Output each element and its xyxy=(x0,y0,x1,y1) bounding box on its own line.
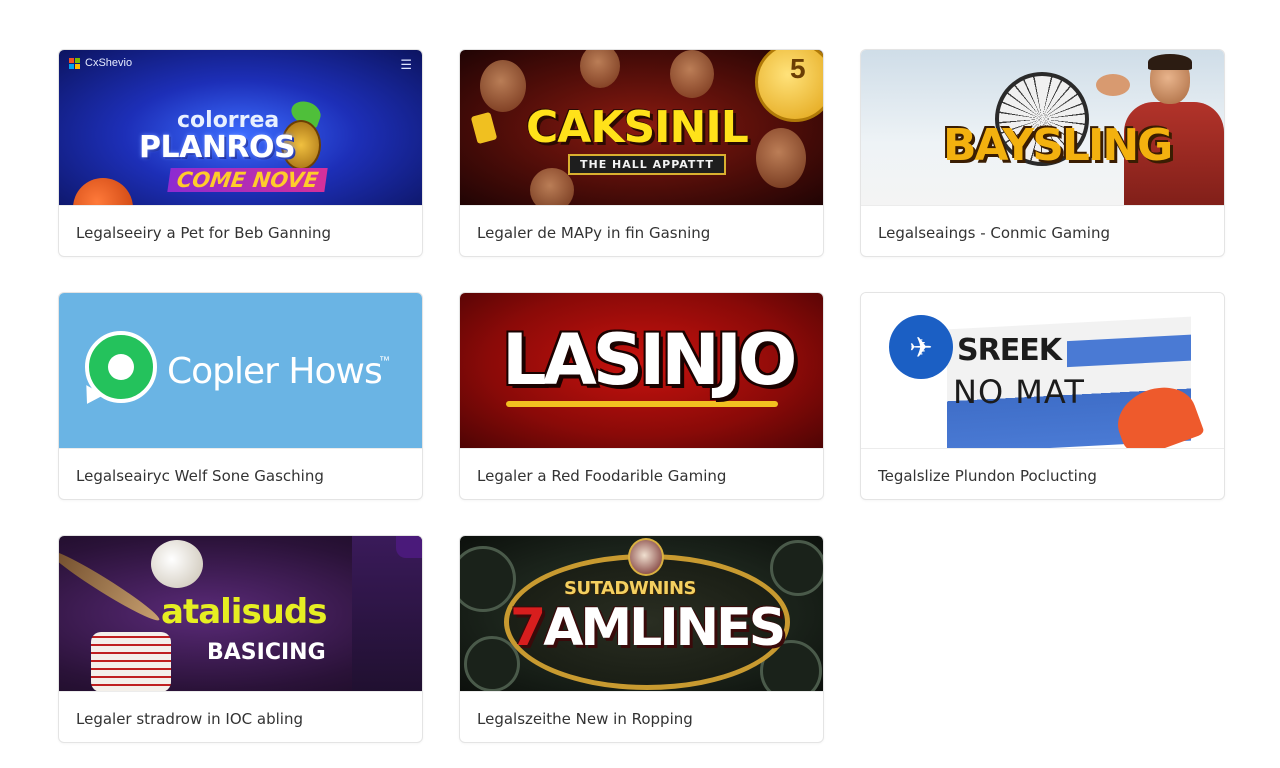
banner-title: BAYSLING xyxy=(943,120,1173,171)
cap-decoration xyxy=(396,536,422,558)
game-card[interactable]: Copler Hows ™ Legalseairyc Welf Sone Gas… xyxy=(58,292,423,500)
face-decoration xyxy=(756,128,806,188)
game-card[interactable]: CxShevio ☰ colorrea PLANROS COME NOVE Le… xyxy=(58,49,423,257)
banner-subtitle: THE HALL APPATTT xyxy=(568,154,726,175)
banner-title: LASINJO xyxy=(502,319,797,401)
card-caption[interactable]: Legaler a Red Foodarible Gaming xyxy=(460,448,823,499)
game-banner[interactable]: atalisuds BASICING xyxy=(59,536,422,691)
banner-title: CAKSINIL xyxy=(526,102,749,153)
coin-icon: 5 xyxy=(755,50,823,122)
game-banner[interactable]: Copler Hows ™ xyxy=(59,293,422,448)
banner-title: Copler Hows xyxy=(167,351,383,392)
airplane-icon: ✈ xyxy=(889,315,953,379)
dealer-illustration xyxy=(352,536,422,691)
cog-decoration xyxy=(770,540,823,596)
windows-logo-icon xyxy=(69,57,80,69)
poker-chips-decoration xyxy=(91,632,171,691)
card-caption[interactable]: Legalseeiry a Pet for Beb Ganning xyxy=(59,205,422,256)
game-card[interactable]: BAYSLING Legalseaings - Conmic Gaming xyxy=(860,49,1225,257)
banner-title-line2: 7AMLINES xyxy=(510,598,786,658)
card-caption[interactable]: Legaler stradrow in IOC abling xyxy=(59,691,422,742)
seven-glyph: 7 xyxy=(510,598,546,658)
banner-title-line2: NO MAT xyxy=(953,373,1085,411)
brand-label: CxShevio xyxy=(85,57,133,69)
title-rest: AMLINES xyxy=(543,598,786,658)
game-banner[interactable]: CxShevio ☰ colorrea PLANROS COME NOVE xyxy=(59,50,422,205)
game-card[interactable]: LASINJO Legaler a Red Foodarible Gaming xyxy=(459,292,824,500)
banner-title-line1: SREEK xyxy=(957,333,1062,368)
cog-decoration xyxy=(460,546,516,612)
banner-topbar: CxShevio xyxy=(59,50,422,76)
game-banner[interactable]: SUTADWNINS 7AMLINES xyxy=(460,536,823,691)
banner-logo-line2: PLANROS xyxy=(139,130,296,165)
card-caption[interactable]: Tegalslize Plundon Poclucting xyxy=(861,448,1224,499)
title-underline xyxy=(506,401,778,407)
whatsapp-icon xyxy=(85,331,157,403)
card-caption[interactable]: Legalseaings - Conmic Gaming xyxy=(861,205,1224,256)
game-banner[interactable]: 5 CAKSINIL THE HALL APPATTT xyxy=(460,50,823,205)
game-card[interactable]: atalisuds BASICING Legaler stradrow in I… xyxy=(58,535,423,743)
game-card[interactable]: SUTADWNINS 7AMLINES Legalszeithe New in … xyxy=(459,535,824,743)
trademark-mark: ™ xyxy=(379,355,390,367)
hamburger-menu-icon[interactable]: ☰ xyxy=(400,57,412,73)
game-banner[interactable]: BAYSLING xyxy=(861,50,1224,205)
banner-title-line1: SUTADWNINS xyxy=(564,578,696,599)
game-card[interactable]: 5 CAKSINIL THE HALL APPATTT Legaler de M… xyxy=(459,49,824,257)
bird-decoration xyxy=(151,540,203,588)
banner-title-line2: BASICING xyxy=(207,640,326,665)
face-decoration xyxy=(670,50,714,98)
card-caption[interactable]: Legaler de MAPy in fin Gasning xyxy=(460,205,823,256)
card-caption[interactable]: Legalszeithe New in Ropping xyxy=(460,691,823,742)
feather-decoration xyxy=(59,545,163,626)
card-caption[interactable]: Legalseairyc Welf Sone Gasching xyxy=(59,448,422,499)
game-banner[interactable]: ✈ SREEK NO MAT xyxy=(861,293,1224,448)
banner-title-line1: atalisuds xyxy=(161,592,327,632)
game-card[interactable]: ✈ SREEK NO MAT Tegalslize Plundon Pocluc… xyxy=(860,292,1225,500)
ball-decoration xyxy=(73,178,133,205)
portrait-decoration xyxy=(628,538,664,576)
banner-logo-line3: COME NOVE xyxy=(167,168,328,192)
chip-decoration xyxy=(470,111,498,145)
face-decoration xyxy=(480,60,526,112)
face-decoration xyxy=(580,50,620,88)
game-banner[interactable]: LASINJO xyxy=(460,293,823,448)
